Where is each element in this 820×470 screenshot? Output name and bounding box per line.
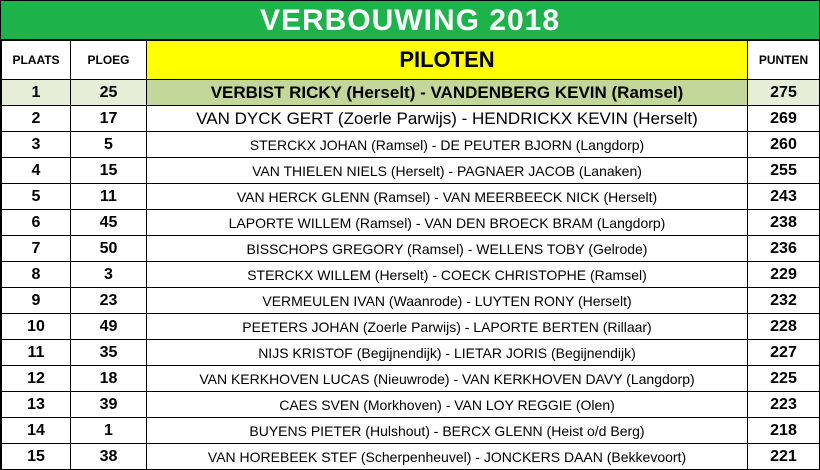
- table-row: 5 11 VAN HERCK GLENN (Ramsel) - VAN MEERBE…: [1, 183, 820, 210]
- punten-cell: 223: [747, 391, 820, 418]
- table-row: 10 49 PEETERS JOHAN (Zoerle Parwijs) - LAP…: [1, 313, 820, 340]
- plaats-cell: 6: [1, 209, 71, 236]
- ploeg-cell: 17: [70, 105, 147, 132]
- piloten-cell: VAN KERKHOVEN LUCAS (Nieuwrode) - VAN KE…: [146, 365, 748, 392]
- punten-cell: 260: [747, 131, 820, 158]
- punten-cell: 255: [747, 157, 820, 184]
- punten-cell: 227: [747, 339, 820, 366]
- ploeg-cell: 39: [70, 391, 147, 418]
- ploeg-cell: 3: [70, 261, 147, 288]
- table-row: 12 18 VAN KERKHOVEN LUCAS (Nieuwrode) - VA…: [1, 365, 820, 392]
- piloten-cell: VAN HERCK GLENN (Ramsel) - VAN MEERBEECK…: [146, 183, 748, 210]
- plaats-cell: 2: [1, 105, 71, 132]
- piloten-cell: STERCKX JOHAN (Ramsel) - DE PEUTER BJORN…: [146, 131, 748, 158]
- plaats-cell: 10: [1, 313, 71, 340]
- plaats-cell: 9: [1, 287, 71, 314]
- table-row: 9 23 VERMEULEN IVAN (Waanrode) - LUYTEN RO…: [1, 287, 820, 314]
- table-row: 8 3 STERCKX WILLEM (Herselt) - COECK CHRIS…: [1, 261, 820, 288]
- piloten-cell: NIJS KRISTOF (Begijnendijk) - LIETAR JOR…: [146, 339, 748, 366]
- punten-cell: 218: [747, 417, 820, 444]
- piloten-cell: VAN HOREBEEK STEF (Scherpenheuvel) - JON…: [146, 443, 748, 470]
- plaats-cell: 13: [1, 391, 71, 418]
- punten-cell: 225: [747, 365, 820, 392]
- punten-cell: 221: [747, 443, 820, 470]
- ploeg-cell: 50: [70, 235, 147, 262]
- punten-cell: 243: [747, 183, 820, 210]
- piloten-cell: VAN THIELEN NIELS (Herselt) - PAGNAER JA…: [146, 157, 748, 184]
- ranking-sheet: VERBOUWING 2018 PLAATS PLOEG PILOTEN PUN…: [0, 0, 820, 470]
- ranking-rows: 1 25 VERBIST RICKY (Herselt) - VANDENBERG …: [1, 79, 820, 470]
- piloten-cell: LAPORTE WILLEM (Ramsel) - VAN DEN BROECK…: [146, 209, 748, 236]
- plaats-header: PLAATS: [1, 40, 71, 80]
- table-row: 11 35 NIJS KRISTOF (Begijnendijk) - LIETAR…: [1, 339, 820, 366]
- ploeg-header: PLOEG: [70, 40, 147, 80]
- ploeg-cell: 11: [70, 183, 147, 210]
- ploeg-cell: 5: [70, 131, 147, 158]
- ploeg-cell: 49: [70, 313, 147, 340]
- plaats-cell: 4: [1, 157, 71, 184]
- piloten-cell: VERMEULEN IVAN (Waanrode) - LUYTEN RONY …: [146, 287, 748, 314]
- table-row: 14 1 BUYENS PIETER (Hulshout) - BERCX GLEN…: [1, 417, 820, 444]
- page-title: VERBOUWING 2018: [1, 1, 819, 40]
- piloten-cell: CAES SVEN (Morkhoven) - VAN LOY REGGIE (…: [146, 391, 748, 418]
- ranking-table: PLAATS PLOEG PILOTEN PUNTEN 1 25 VERBIST R…: [1, 40, 820, 470]
- punten-cell: 228: [747, 313, 820, 340]
- plaats-cell: 15: [1, 443, 71, 470]
- plaats-cell: 12: [1, 365, 71, 392]
- piloten-header: PILOTEN: [146, 40, 748, 80]
- table-row: 3 5 STERCKX JOHAN (Ramsel) - DE PEUTER BJO…: [1, 131, 820, 158]
- plaats-cell: 14: [1, 417, 71, 444]
- piloten-cell: VERBIST RICKY (Herselt) - VANDENBERG KEV…: [146, 79, 748, 106]
- punten-cell: 232: [747, 287, 820, 314]
- header-row: PLAATS PLOEG PILOTEN PUNTEN: [1, 40, 820, 80]
- ploeg-cell: 23: [70, 287, 147, 314]
- piloten-cell: STERCKX WILLEM (Herselt) - COECK CHRISTO…: [146, 261, 748, 288]
- punten-header: PUNTEN: [747, 40, 820, 80]
- punten-cell: 236: [747, 235, 820, 262]
- piloten-cell: VAN DYCK GERT (Zoerle Parwijs) - HENDRIC…: [146, 105, 748, 132]
- piloten-cell: BUYENS PIETER (Hulshout) - BERCX GLENN (…: [146, 417, 748, 444]
- plaats-cell: 8: [1, 261, 71, 288]
- plaats-cell: 3: [1, 131, 71, 158]
- ploeg-cell: 18: [70, 365, 147, 392]
- plaats-cell: 5: [1, 183, 71, 210]
- table-row: 1 25 VERBIST RICKY (Herselt) - VANDENBERG …: [1, 79, 820, 106]
- ploeg-cell: 15: [70, 157, 147, 184]
- punten-cell: 275: [747, 79, 820, 106]
- punten-cell: 269: [747, 105, 820, 132]
- table-row: 15 38 VAN HOREBEEK STEF (Scherpenheuvel) -…: [1, 443, 820, 470]
- ploeg-cell: 35: [70, 339, 147, 366]
- table-row: 13 39 CAES SVEN (Morkhoven) - VAN LOY REGG…: [1, 391, 820, 418]
- punten-cell: 238: [747, 209, 820, 236]
- punten-cell: 229: [747, 261, 820, 288]
- plaats-cell: 1: [1, 79, 71, 106]
- plaats-cell: 11: [1, 339, 71, 366]
- table-row: 6 45 LAPORTE WILLEM (Ramsel) - VAN DEN BRO…: [1, 209, 820, 236]
- table-row: 2 17 VAN DYCK GERT (Zoerle Parwijs) - HEND…: [1, 105, 820, 132]
- ploeg-cell: 45: [70, 209, 147, 236]
- plaats-cell: 7: [1, 235, 71, 262]
- table-row: 7 50 BISSCHOPS GREGORY (Ramsel) - WELLENS …: [1, 235, 820, 262]
- piloten-cell: PEETERS JOHAN (Zoerle Parwijs) - LAPORTE…: [146, 313, 748, 340]
- ploeg-cell: 1: [70, 417, 147, 444]
- piloten-cell: BISSCHOPS GREGORY (Ramsel) - WELLENS TOB…: [146, 235, 748, 262]
- ploeg-cell: 38: [70, 443, 147, 470]
- table-row: 4 15 VAN THIELEN NIELS (Herselt) - PAGNAER…: [1, 157, 820, 184]
- ploeg-cell: 25: [70, 79, 147, 106]
